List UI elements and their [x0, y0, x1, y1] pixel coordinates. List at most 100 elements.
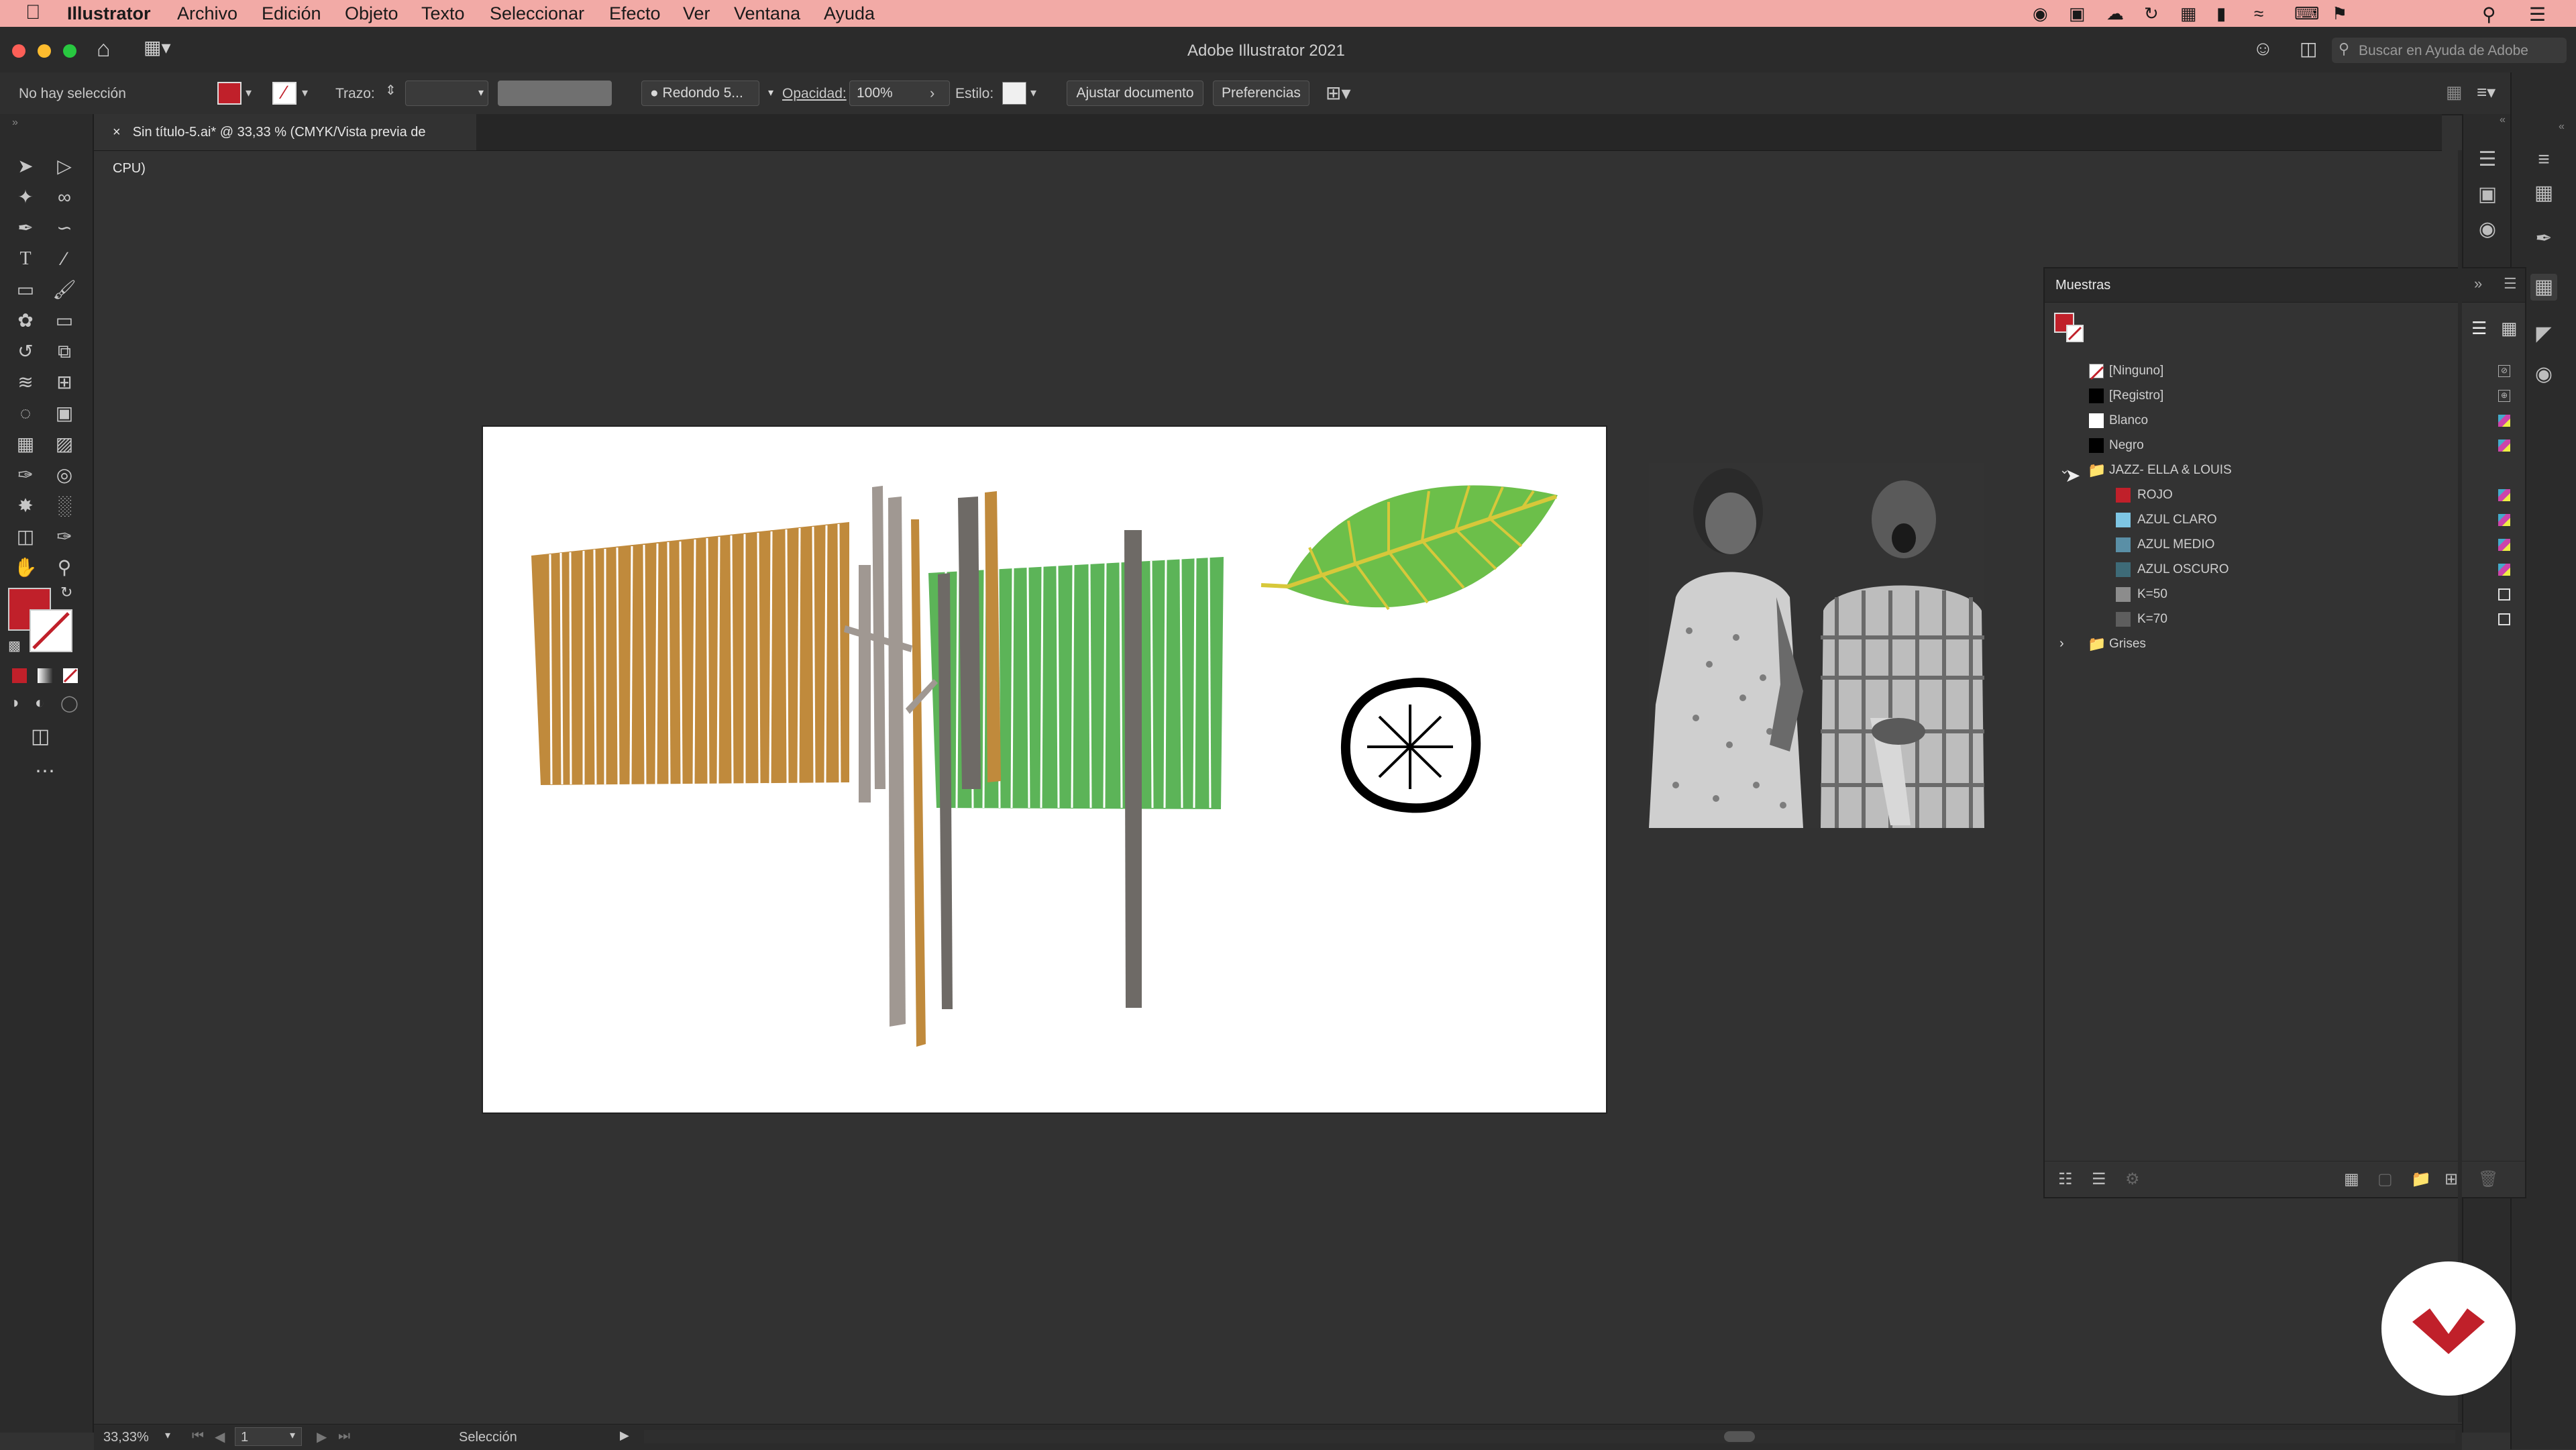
opacity-input[interactable]: 100% — [849, 81, 950, 106]
type-tool-icon[interactable]: T — [13, 247, 38, 271]
rotate-tool-icon[interactable]: ↺ — [13, 340, 38, 364]
swatch-row[interactable]: AZUL MEDIO — [2045, 532, 2525, 557]
wifi-icon[interactable]: ≈ — [2254, 3, 2263, 24]
adjustments-panel-icon[interactable]: ≡ — [2530, 146, 2557, 173]
brushes-panel-icon[interactable]: ✒ — [2530, 225, 2557, 252]
new-swatch-icon[interactable]: ⊞ — [2445, 1170, 2458, 1189]
line-tool-icon[interactable]: ∕ — [52, 247, 76, 271]
fit-document-button[interactable]: Ajustar documento — [1067, 81, 1203, 106]
spotlight-search-icon[interactable]: ⚲ — [2482, 3, 2496, 25]
layers-panel-icon[interactable]: ▣ — [2474, 181, 2501, 208]
isolate-icon[interactable]: ▦ — [2446, 82, 2463, 103]
draw-inside-icon[interactable]: ◯ — [60, 694, 78, 713]
swatch-stroke-indicator[interactable] — [2066, 325, 2084, 342]
app-menu[interactable]: Illustrator — [67, 3, 151, 24]
menu-objeto[interactable]: Objeto — [345, 3, 398, 24]
blend-tool-icon[interactable]: ◎ — [52, 463, 76, 487]
warp-tool-icon[interactable]: ≋ — [13, 370, 38, 395]
draw-behind-icon[interactable]: ◐ — [35, 694, 45, 713]
home-icon[interactable]: ⌂ — [97, 36, 111, 62]
live-paint-tool-icon[interactable]: ▣ — [52, 401, 76, 425]
symbol-sprayer-tool-icon[interactable]: ✸ — [13, 494, 38, 518]
gradient-tool-icon[interactable]: ▨ — [52, 432, 76, 456]
gradient-mode-icon[interactable] — [38, 668, 52, 683]
edit-toolbar-icon[interactable]: ⋯ — [35, 760, 55, 783]
slice-tool-icon[interactable]: ✑ — [52, 525, 76, 549]
lasso-tool-icon[interactable]: ∞ — [52, 185, 76, 209]
eyedropper-tool-icon[interactable]: ✑ — [13, 463, 38, 487]
libraries-panel-icon[interactable]: ▦ — [2530, 180, 2557, 207]
dock2-collapse-icon[interactable]: « — [2559, 121, 2565, 133]
swatch-row[interactable]: AZUL CLARO — [2045, 507, 2525, 532]
swatch-libraries-menu-icon[interactable]: ☷ — [2058, 1170, 2073, 1189]
artboard[interactable] — [483, 427, 1606, 1112]
eraser-tool-icon[interactable]: ▭ — [52, 309, 76, 333]
vertical-scrollbar[interactable] — [2458, 150, 2462, 1422]
swatch-row[interactable]: [Ninguno] ⊘ — [2045, 358, 2525, 383]
swatch-row[interactable]: [Registro] ⊕ — [2045, 383, 2525, 408]
swatches-panel-title[interactable]: Muestras — [2055, 278, 2110, 293]
brush-definition-dropdown[interactable]: ● Redondo 5... ▾ — [641, 81, 773, 106]
stroke-color-box[interactable] — [30, 609, 72, 652]
cloud-icon[interactable]: ☁ — [2106, 3, 2124, 24]
scale-tool-icon[interactable]: ⧉ — [52, 340, 76, 364]
status-menu-arrow-icon[interactable]: ▶ — [620, 1429, 629, 1443]
swatch-kind-menu-icon[interactable]: ☰ — [2092, 1170, 2106, 1189]
selection-tool-icon[interactable]: ➤ — [13, 154, 38, 178]
artboard-dropdown-chevron-icon[interactable]: ▾ — [290, 1429, 295, 1442]
stroke-weight-input[interactable]: ▾ — [405, 81, 488, 106]
color-mode-icon[interactable] — [12, 668, 27, 683]
fill-color-swatch[interactable] — [217, 82, 241, 105]
zoom-level[interactable]: 33,33% — [103, 1430, 149, 1445]
swatch-options-icon[interactable]: ⚙ — [2125, 1170, 2140, 1189]
help-search-box[interactable]: ⚲ Buscar en Ayuda de Adobe — [2332, 38, 2567, 63]
zoom-dropdown-chevron-icon[interactable]: ▾ — [165, 1429, 170, 1442]
keyboard-icon[interactable]: ⌨ — [2294, 3, 2320, 24]
arrange-documents-icon[interactable]: ◫ — [2300, 38, 2317, 60]
horizontal-scrollbar-thumb[interactable] — [1724, 1431, 1755, 1442]
swatch-row[interactable]: K=50 — [2045, 582, 2525, 607]
display-icon[interactable]: ▣ — [2069, 3, 2086, 24]
column-graph-tool-icon[interactable]: ░ — [52, 494, 76, 518]
previous-artboard-icon[interactable]: ◀ — [215, 1429, 225, 1445]
draw-normal-icon[interactable]: ◑ — [9, 694, 19, 713]
swatch-group-row[interactable]: ⌄ ➤ 📁 JAZZ- ELLA & LOUIS — [2045, 458, 2525, 486]
user-icon[interactable]: ☺ — [2253, 38, 2273, 60]
graphic-style-swatch[interactable] — [1002, 82, 1026, 105]
swatch-group-row[interactable]: › 📁 Grises — [2045, 631, 2525, 656]
pen-tool-icon[interactable]: ✒ — [13, 216, 38, 240]
menu-edicion[interactable]: Edición — [262, 3, 321, 24]
preferences-button[interactable]: Preferencias — [1213, 81, 1309, 106]
grid-view-icon[interactable]: ▦ — [2501, 318, 2518, 339]
next-artboard-icon[interactable]: ▶ — [317, 1429, 327, 1445]
stroke-stepper-icon[interactable]: ⇕ — [385, 82, 396, 99]
none-mode-icon[interactable] — [63, 668, 78, 683]
control-center-icon[interactable]: ☰ — [2529, 3, 2546, 25]
menu-ver[interactable]: Ver — [683, 3, 710, 24]
list-view-icon[interactable]: ☰ — [2471, 318, 2487, 339]
zoom-window-button[interactable] — [63, 44, 76, 58]
show-swatch-kind-icon[interactable]: ▢ — [2377, 1170, 2393, 1189]
properties-panel-icon[interactable]: ☰ — [2474, 146, 2501, 173]
collapse-toolbar-icon[interactable]: » — [12, 117, 18, 129]
current-tool-status[interactable]: Selección — [459, 1430, 517, 1445]
zoom-tool-icon[interactable]: ⚲ — [52, 556, 76, 580]
gradient-panel-icon[interactable]: ◤ — [2530, 321, 2557, 348]
opacity-label[interactable]: Opacidad: — [782, 86, 847, 102]
workspace-switcher-icon[interactable]: ▦▾ — [144, 36, 171, 58]
menu-ventana[interactable]: Ventana — [734, 3, 800, 24]
paintbrush-tool-icon[interactable]: 🖌 — [52, 278, 76, 302]
delete-swatch-icon[interactable]: 🗑 — [2478, 1170, 2498, 1189]
artboard-tool-icon[interactable]: ◫ — [13, 525, 38, 549]
align-panel-icon[interactable]: ≡▾ — [2477, 82, 2496, 103]
menu-efecto[interactable]: Efecto — [609, 3, 661, 24]
panel-menu-icon[interactable]: ☰ — [2504, 275, 2517, 293]
expand-chevron-right-icon[interactable]: › — [2059, 631, 2064, 656]
screen-mode-icon[interactable]: ◫ — [31, 725, 50, 748]
horizontal-scrollbar[interactable] — [644, 1430, 2455, 1443]
battery-icon[interactable]: ▮ — [2216, 3, 2226, 24]
close-window-button[interactable] — [12, 44, 25, 58]
document-tab[interactable]: × Sin título-5.ai* @ 33,33 % (CMYK/Vista … — [94, 114, 476, 176]
menu-archivo[interactable]: Archivo — [177, 3, 237, 24]
stroke-none-swatch-icon[interactable]: ∕ — [272, 82, 297, 105]
